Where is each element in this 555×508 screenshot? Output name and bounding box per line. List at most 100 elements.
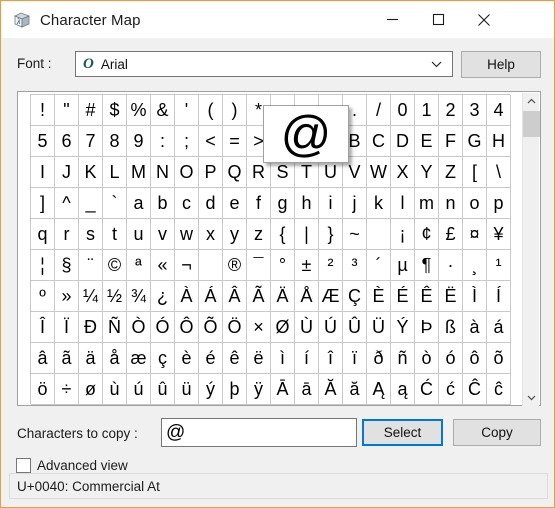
character-cell[interactable]: õ bbox=[487, 343, 511, 374]
character-cell[interactable]: Õ bbox=[199, 312, 223, 343]
character-cell[interactable]: Ā bbox=[271, 374, 295, 405]
character-cell[interactable]: ¢ bbox=[415, 219, 439, 250]
character-cell[interactable]: ā bbox=[295, 374, 319, 405]
character-cell[interactable]: o bbox=[463, 188, 487, 219]
character-cell[interactable]: 0 bbox=[391, 95, 415, 126]
character-cell[interactable]: v bbox=[151, 219, 175, 250]
character-cell[interactable]: 9 bbox=[127, 126, 151, 157]
character-cell[interactable]: $ bbox=[103, 95, 127, 126]
character-cell[interactable]: Þ bbox=[415, 312, 439, 343]
character-cell[interactable]: © bbox=[103, 250, 127, 281]
character-cell[interactable]: y bbox=[223, 219, 247, 250]
character-cell[interactable]: · bbox=[439, 250, 463, 281]
character-cell[interactable]: Y bbox=[415, 157, 439, 188]
character-cell[interactable]: f bbox=[247, 188, 271, 219]
character-cell[interactable]: ³ bbox=[343, 250, 367, 281]
character-cell[interactable]: s bbox=[79, 219, 103, 250]
scroll-down-button[interactable] bbox=[523, 389, 540, 406]
character-cell[interactable]: j bbox=[343, 188, 367, 219]
character-cell[interactable]: k bbox=[367, 188, 391, 219]
character-cell[interactable]: r bbox=[55, 219, 79, 250]
character-cell[interactable]: _ bbox=[79, 188, 103, 219]
character-cell[interactable]: Ă bbox=[319, 374, 343, 405]
scroll-up-button[interactable] bbox=[523, 93, 540, 110]
character-cell[interactable]: ­ bbox=[199, 250, 223, 281]
character-cell[interactable]: É bbox=[391, 281, 415, 312]
character-cell[interactable]: ø bbox=[79, 374, 103, 405]
character-cell[interactable]: ! bbox=[31, 95, 55, 126]
advanced-view-checkbox[interactable] bbox=[16, 458, 31, 473]
character-cell[interactable]: ô bbox=[463, 343, 487, 374]
character-cell[interactable]: p bbox=[487, 188, 511, 219]
character-cell[interactable]: ¿ bbox=[151, 281, 175, 312]
character-cell[interactable] bbox=[367, 219, 391, 250]
character-cell[interactable]: ã bbox=[55, 343, 79, 374]
character-cell[interactable]: L bbox=[103, 157, 127, 188]
character-cell[interactable]: ò bbox=[415, 343, 439, 374]
character-cell[interactable]: 5 bbox=[31, 126, 55, 157]
character-cell[interactable]: m bbox=[415, 188, 439, 219]
character-cell[interactable]: ý bbox=[199, 374, 223, 405]
character-cell[interactable]: 1 bbox=[415, 95, 439, 126]
character-cell[interactable]: ù bbox=[103, 374, 127, 405]
character-cell[interactable]: Ê bbox=[415, 281, 439, 312]
character-cell[interactable]: ) bbox=[223, 95, 247, 126]
character-cell[interactable]: Ü bbox=[367, 312, 391, 343]
character-cell[interactable]: Ì bbox=[463, 281, 487, 312]
characters-to-copy-input[interactable]: @ bbox=[161, 418, 357, 447]
character-cell[interactable]: % bbox=[127, 95, 151, 126]
character-cell[interactable]: u bbox=[127, 219, 151, 250]
character-cell[interactable]: ¾ bbox=[127, 281, 151, 312]
character-cell[interactable]: Ä bbox=[271, 281, 295, 312]
character-cell[interactable]: G bbox=[463, 126, 487, 157]
character-cell[interactable]: Ã bbox=[247, 281, 271, 312]
character-cell[interactable]: ï bbox=[343, 343, 367, 374]
character-cell[interactable]: ê bbox=[223, 343, 247, 374]
character-cell[interactable]: 8 bbox=[103, 126, 127, 157]
character-cell[interactable]: Ć bbox=[415, 374, 439, 405]
character-cell[interactable]: þ bbox=[223, 374, 247, 405]
character-cell[interactable]: ÿ bbox=[247, 374, 271, 405]
character-cell[interactable]: n bbox=[439, 188, 463, 219]
character-cell[interactable]: ć bbox=[439, 374, 463, 405]
character-cell[interactable]: » bbox=[55, 281, 79, 312]
character-cell[interactable]: ¬ bbox=[175, 250, 199, 281]
character-cell[interactable]: Z bbox=[439, 157, 463, 188]
character-cell[interactable]: ® bbox=[223, 250, 247, 281]
character-cell[interactable]: } bbox=[319, 219, 343, 250]
character-cell[interactable]: à bbox=[463, 312, 487, 343]
character-cell[interactable]: ¹ bbox=[487, 250, 511, 281]
character-cell[interactable]: ú bbox=[127, 374, 151, 405]
character-cell[interactable]: ą bbox=[391, 374, 415, 405]
character-cell[interactable]: i bbox=[319, 188, 343, 219]
character-cell[interactable]: Ö bbox=[223, 312, 247, 343]
character-cell[interactable]: z bbox=[247, 219, 271, 250]
character-cell[interactable]: = bbox=[223, 126, 247, 157]
character-cell[interactable]: c bbox=[175, 188, 199, 219]
character-cell[interactable]: ñ bbox=[391, 343, 415, 374]
character-cell[interactable]: F bbox=[439, 126, 463, 157]
character-cell[interactable]: P bbox=[199, 157, 223, 188]
character-cell[interactable]: ° bbox=[271, 250, 295, 281]
character-cell[interactable]: 2 bbox=[439, 95, 463, 126]
character-cell[interactable]: Î bbox=[31, 312, 55, 343]
close-button[interactable] bbox=[461, 2, 507, 37]
character-cell[interactable]: ª bbox=[127, 250, 151, 281]
character-cell[interactable]: × bbox=[247, 312, 271, 343]
character-cell[interactable]: E bbox=[415, 126, 439, 157]
character-cell[interactable]: C bbox=[367, 126, 391, 157]
character-cell[interactable]: & bbox=[151, 95, 175, 126]
character-cell[interactable]: { bbox=[271, 219, 295, 250]
character-cell[interactable]: Ø bbox=[271, 312, 295, 343]
character-cell[interactable]: ` bbox=[103, 188, 127, 219]
character-cell[interactable]: ' bbox=[175, 95, 199, 126]
character-cell[interactable]: æ bbox=[127, 343, 151, 374]
character-cell[interactable]: " bbox=[55, 95, 79, 126]
character-cell[interactable]: [ bbox=[463, 157, 487, 188]
character-cell[interactable]: î bbox=[319, 343, 343, 374]
character-cell[interactable]: I bbox=[31, 157, 55, 188]
character-cell[interactable]: h bbox=[295, 188, 319, 219]
character-cell[interactable]: 4 bbox=[487, 95, 511, 126]
character-cell[interactable]: í bbox=[295, 343, 319, 374]
character-cell[interactable]: 6 bbox=[55, 126, 79, 157]
